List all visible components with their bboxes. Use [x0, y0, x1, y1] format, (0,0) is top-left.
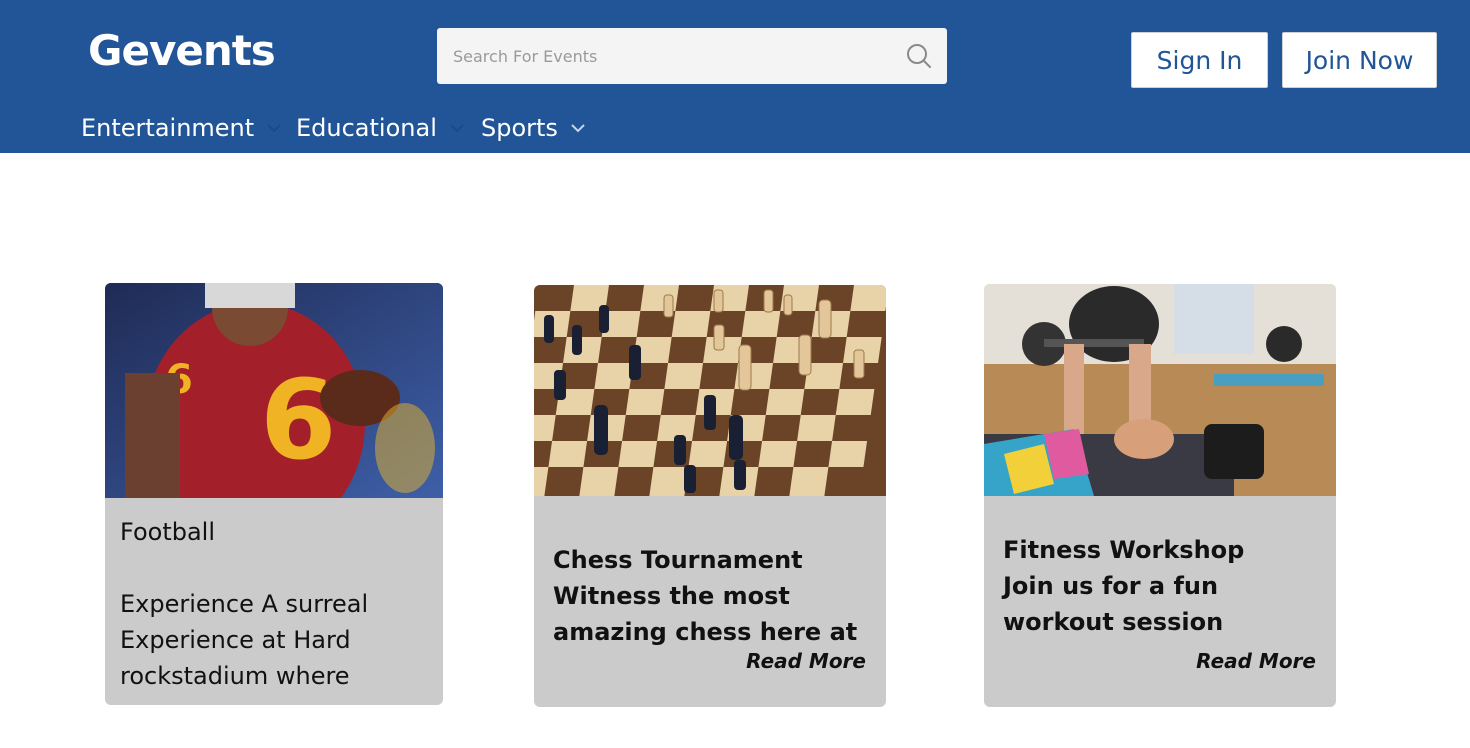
event-card-chess[interactable]: Chess Tournament Witness the most amazin… [534, 285, 886, 707]
chevron-down-icon [267, 124, 281, 133]
card-description: Experience A surreal Experience at Hard … [120, 590, 369, 690]
read-more-link[interactable]: Read More [746, 649, 866, 673]
event-card-fitness[interactable]: Fitness Workshop Join us for a fun worko… [984, 284, 1336, 707]
nav-sports-label: Sports [481, 114, 558, 142]
card-title: Fitness Workshop [1003, 536, 1245, 564]
card-description: Join us for a fun workout session [1003, 572, 1224, 636]
nav-educational-label: Educational [296, 114, 437, 142]
site-logo[interactable]: Gevents [88, 26, 276, 75]
site-header: Gevents Search For Events Sign In Join N… [0, 0, 1470, 153]
card-title: Chess Tournament [553, 546, 803, 574]
join-now-button[interactable]: Join Now [1282, 32, 1437, 88]
card-body: Football Experience A surreal Experience… [105, 498, 443, 705]
card-description: Witness the most amazing chess here at [553, 582, 858, 646]
sign-in-button[interactable]: Sign In [1131, 32, 1268, 88]
search-input[interactable]: Search For Events [437, 28, 947, 84]
read-more-link[interactable]: Read More [1196, 649, 1316, 673]
search-placeholder: Search For Events [453, 47, 598, 66]
search-icon[interactable] [905, 42, 933, 70]
nav-sports[interactable]: Sports [481, 114, 586, 142]
event-card-football[interactable]: 6 6 Football Experience A surreal Experi… [105, 283, 443, 705]
chevron-down-icon [450, 124, 464, 133]
football-player-image: 6 6 [105, 283, 443, 498]
chevron-down-icon [571, 124, 585, 133]
card-title: Football [120, 518, 216, 546]
fitness-class-image [984, 284, 1336, 496]
nav-entertainment[interactable]: Entertainment [81, 114, 282, 142]
chess-board-image [534, 285, 886, 496]
svg-text:6: 6 [260, 356, 337, 484]
nav-educational[interactable]: Educational [296, 114, 465, 142]
nav-entertainment-label: Entertainment [81, 114, 255, 142]
